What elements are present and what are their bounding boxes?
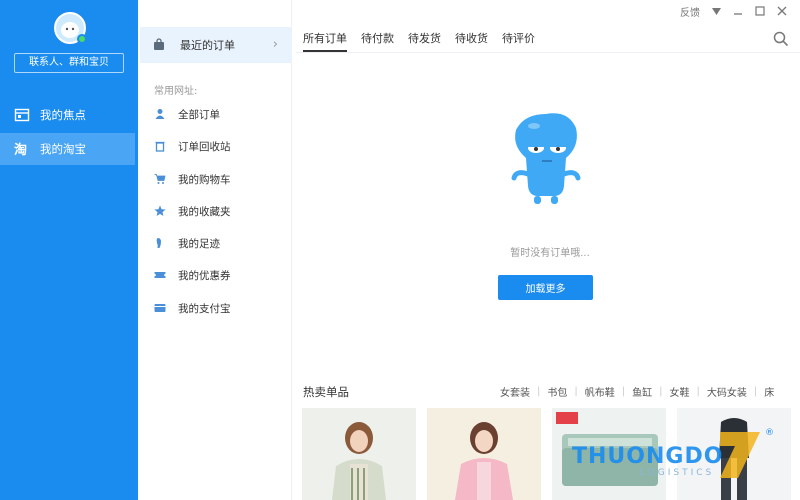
menu-item-order-trash[interactable]: 订单回收站	[154, 137, 284, 155]
close-icon[interactable]	[777, 4, 787, 18]
category-separator: |	[696, 386, 700, 397]
category-link[interactable]: 书包	[547, 384, 567, 399]
tabs-divider	[296, 52, 800, 53]
menu-item-favorites[interactable]: 我的收藏夹	[154, 202, 284, 220]
category-separator: |	[621, 386, 626, 397]
menu-item-label: 全部订单	[178, 108, 220, 121]
load-more-button[interactable]: 加载更多	[498, 275, 593, 300]
menu-item-footprint[interactable]: 我的足迹	[154, 234, 284, 252]
menu-item-all-orders[interactable]: 全部订单	[154, 105, 284, 123]
recent-orders-label: 最近的订单	[180, 39, 235, 52]
tab-pending-payment[interactable]: 待付款	[361, 30, 394, 52]
footprint-icon	[154, 237, 166, 249]
category-link[interactable]: 床	[764, 384, 774, 399]
menu-item-label: 订单回收站	[178, 140, 231, 153]
watermark-sub-text: LOGISTICS	[640, 468, 715, 478]
star-icon	[154, 205, 166, 217]
tab-pending-shipment[interactable]: 待发货	[408, 30, 441, 52]
maximize-icon[interactable]	[755, 4, 765, 18]
category-link[interactable]: 大码女装	[707, 384, 747, 399]
product-image	[427, 408, 541, 500]
recent-orders-item[interactable]: 最近的订单 ›	[140, 27, 292, 63]
chevron-right-icon: ›	[272, 37, 278, 52]
menu-item-alipay[interactable]: 我的支付宝	[154, 299, 284, 317]
menu-item-cart[interactable]: 我的购物车	[154, 170, 284, 188]
empty-orders-message: 暂时没有订单哦...	[510, 248, 590, 259]
alipay-icon	[154, 302, 166, 314]
menu-item-label: 我的支付宝	[178, 302, 231, 315]
menu-dropdown-icon[interactable]	[712, 4, 721, 18]
product-card[interactable]	[302, 408, 416, 500]
user-avatar[interactable]	[54, 12, 87, 44]
sidebar-item-label: 我的淘宝	[40, 142, 86, 156]
product-card[interactable]	[427, 408, 541, 500]
tab-all-orders[interactable]: 所有订单	[303, 30, 347, 52]
sidebar-item-label: 我的焦点	[40, 108, 86, 122]
category-separator: |	[659, 386, 663, 397]
svg-text:淘: 淘	[14, 142, 27, 157]
category-link[interactable]: 帆布鞋	[585, 384, 615, 399]
feedback-link[interactable]: 反馈	[680, 4, 700, 19]
taobao-icon: 淘	[14, 141, 30, 157]
category-separator: |	[753, 386, 758, 397]
category-link[interactable]: 女鞋	[670, 384, 690, 399]
left-sidebar: 联系人、群和宝贝 我的焦点 淘 我的淘宝	[0, 0, 138, 500]
section-label: 常用网址:	[154, 86, 198, 97]
sidebar-item-taobao[interactable]: 淘 我的淘宝	[0, 133, 135, 165]
bag-icon	[152, 38, 166, 52]
online-status-dot	[77, 34, 87, 44]
category-link[interactable]: 鱼缸	[632, 384, 652, 399]
trash-icon	[154, 140, 166, 152]
category-link[interactable]: 女套装	[500, 384, 530, 399]
cart-icon	[154, 173, 166, 185]
menu-item-label: 我的收藏夹	[178, 205, 231, 218]
mascot-illustration	[506, 108, 586, 208]
contact-search-input[interactable]: 联系人、群和宝贝	[14, 53, 124, 73]
menu-item-coupons[interactable]: 我的优惠券	[154, 266, 284, 284]
hot-categories: 女套装 | 书包 | 帆布鞋 | 鱼缸 | 女鞋 | 大码女装 | 床	[500, 384, 774, 399]
sidebar-item-focus[interactable]: 我的焦点	[0, 99, 135, 131]
coupon-icon	[154, 269, 166, 281]
registered-mark: ®	[765, 428, 774, 438]
category-separator: |	[574, 386, 578, 397]
category-separator: |	[537, 386, 541, 397]
minimize-icon[interactable]	[733, 4, 743, 18]
focus-icon	[14, 107, 30, 123]
window-controls: 反馈	[680, 4, 787, 19]
watermark-brand-text: THUONGDO	[572, 444, 724, 469]
menu-item-label: 我的足迹	[178, 237, 220, 250]
search-icon[interactable]	[773, 31, 789, 47]
tab-pending-receipt[interactable]: 待收货	[455, 30, 488, 52]
menu-item-label: 我的购物车	[178, 173, 231, 186]
product-image	[302, 408, 416, 500]
orders-icon	[154, 108, 166, 120]
order-tabs: 所有订单 待付款 待发货 待收货 待评价	[303, 30, 535, 52]
menu-item-label: 我的优惠券	[178, 269, 231, 282]
hot-items-title: 热卖单品	[303, 385, 349, 399]
tab-pending-review[interactable]: 待评价	[502, 30, 535, 52]
order-menu-panel: 最近的订单 › 常用网址: 全部订单 订单回收站 我的购物车 我的收藏夹 我的足…	[140, 0, 292, 500]
